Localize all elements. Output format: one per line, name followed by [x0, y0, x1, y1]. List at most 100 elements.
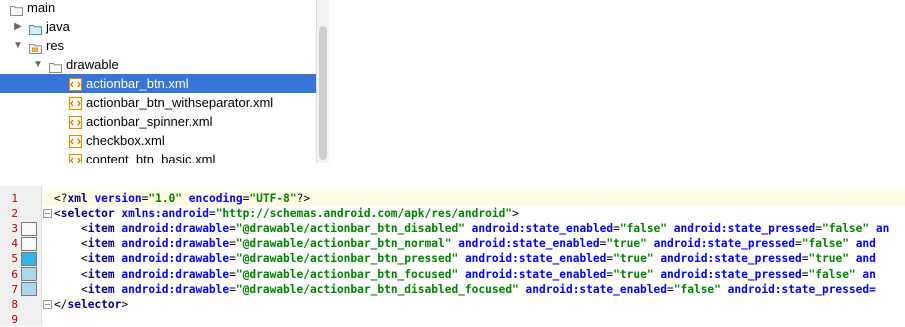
- code-line[interactable]: <item android:drawable="@drawable/action…: [54, 251, 876, 266]
- code-token: android:drawable: [121, 222, 230, 236]
- code-token: "false": [673, 282, 721, 296]
- code-token: "@drawable/actionbar_btn_disabled_focuse…: [235, 282, 519, 296]
- code-token: =: [208, 207, 216, 221]
- code-token: =: [229, 267, 236, 281]
- tree-item-res[interactable]: ▼ res: [0, 36, 316, 55]
- fold-marker-icon[interactable]: −: [43, 209, 52, 219]
- tree-item-label: drawable: [66, 57, 119, 72]
- code-token: android:state_pressed: [660, 252, 802, 266]
- tree-item-checkbox-xml[interactable]: checkbox.xml: [0, 131, 316, 150]
- project-tree: main ▶ java ▼ res ▼ drawable actionbar_btn.xmla…: [0, 0, 316, 163]
- xml-file-icon: [69, 96, 82, 110]
- code-token: "true": [606, 237, 647, 251]
- tree-scrollbar-thumb[interactable]: [319, 26, 327, 160]
- code-token: "@drawable/actionbar_btn_disabled": [235, 222, 465, 236]
- code-token: "@drawable/actionbar_btn_pressed": [235, 252, 459, 266]
- line-number: 9: [11, 312, 18, 326]
- line-number: 3: [11, 222, 18, 236]
- tree-item-content-btn-basic-xml[interactable]: content_btn_basic.xml: [0, 150, 316, 163]
- tree-item-main[interactable]: main: [0, 0, 316, 17]
- code-editor[interactable]: 1 <?xml version="1.0" encoding="UTF-8"?> 2…: [0, 186, 905, 326]
- code-token: "true": [613, 252, 654, 266]
- code-line[interactable]: <item android:drawable="@drawable/action…: [54, 267, 876, 282]
- code-token: <?: [54, 192, 68, 205]
- tree-item-label: content_btn_basic.xml: [86, 152, 216, 163]
- code-token: >: [121, 297, 129, 311]
- code-token: =: [613, 222, 620, 236]
- code-token: version: [94, 192, 142, 205]
- tree-item-actionbar-spinner-xml[interactable]: actionbar_spinner.xml: [0, 112, 316, 131]
- tree-item-label: actionbar_btn_withseparator.xml: [86, 95, 274, 110]
- tree-item-actionbar-btn-withseparator-xml[interactable]: actionbar_btn_withseparator.xml: [0, 93, 316, 112]
- color-swatch-icon[interactable]: [21, 236, 37, 251]
- color-swatch-icon[interactable]: [21, 267, 37, 281]
- code-token: =: [229, 222, 236, 236]
- code-token: item: [87, 222, 122, 236]
- code-token: android:state_pressed=: [727, 282, 876, 296]
- line-number: 1: [11, 192, 18, 205]
- fold-marker-icon[interactable]: −: [43, 299, 52, 309]
- tree-item-drawable[interactable]: ▼ drawable: [0, 55, 316, 74]
- code-token: android:drawable: [121, 282, 230, 296]
- line-number: 7: [11, 282, 18, 296]
- code-token: android:state_enabled: [471, 222, 614, 236]
- code-token: =: [229, 252, 236, 266]
- tree-item-java[interactable]: ▶ java: [0, 17, 316, 36]
- code-token: =: [667, 282, 674, 296]
- folder-icon: [10, 2, 23, 16]
- code-token: >: [512, 207, 519, 221]
- xml-file-icon: [69, 134, 82, 148]
- tree-item-label: main: [27, 0, 56, 15]
- expand-arrow-icon[interactable]: ▼: [32, 55, 44, 74]
- line-number: 2: [11, 207, 18, 221]
- code-token: item: [87, 252, 122, 266]
- code-token: "false": [619, 222, 668, 236]
- tree-item-actionbar-btn-xml[interactable]: actionbar_btn.xml: [0, 74, 316, 93]
- code-line[interactable]: <selector xmlns:android="http://schemas.…: [54, 206, 519, 221]
- code-token: android:state_enabled: [458, 237, 600, 251]
- line-number: 5: [11, 252, 18, 266]
- resource-folder-icon: [29, 40, 42, 54]
- code-token: "1.0": [148, 192, 183, 205]
- code-token: and: [855, 237, 876, 251]
- code-token: <: [54, 237, 88, 251]
- collapse-arrow-icon[interactable]: ▶: [12, 17, 24, 36]
- code-line[interactable]: </selector>: [54, 297, 128, 312]
- source-folder-icon: [29, 21, 42, 35]
- xml-file-icon: [69, 77, 82, 91]
- color-swatch-icon[interactable]: [21, 251, 37, 266]
- code-token: "false": [821, 222, 870, 236]
- code-line[interactable]: <item android:drawable="@drawable/action…: [54, 236, 876, 251]
- code-token: android:state_pressed: [660, 267, 802, 281]
- code-token: <: [54, 267, 88, 281]
- line-number: 4: [11, 237, 18, 251]
- code-token: </: [54, 297, 68, 311]
- folder-icon: [49, 59, 62, 73]
- code-token: android:drawable: [121, 267, 230, 281]
- code-token: "http://schemas.android.com/apk/res/andr…: [215, 207, 513, 221]
- code-token: <: [54, 282, 88, 296]
- code-line[interactable]: <item android:drawable="@drawable/action…: [54, 221, 889, 236]
- color-swatch-icon[interactable]: [21, 221, 37, 236]
- code-token: an: [862, 267, 876, 281]
- code-token: "@drawable/actionbar_btn_normal": [235, 237, 452, 251]
- code-line[interactable]: <?xml version="1.0" encoding="UTF-8"?>: [42, 191, 905, 206]
- code-token: item: [87, 282, 122, 296]
- code-token: xmlns:android: [121, 207, 209, 221]
- code-token: <: [54, 252, 88, 266]
- code-token: item: [87, 237, 122, 251]
- code-token: =: [801, 267, 809, 281]
- tree-scrollbar[interactable]: [316, 0, 329, 163]
- expand-arrow-icon[interactable]: ▼: [12, 36, 24, 55]
- color-swatch-icon[interactable]: [21, 282, 37, 297]
- code-line[interactable]: <item android:drawable="@drawable/action…: [54, 282, 876, 297]
- code-token: =: [229, 282, 236, 296]
- code-token: android:state_enabled: [525, 282, 667, 296]
